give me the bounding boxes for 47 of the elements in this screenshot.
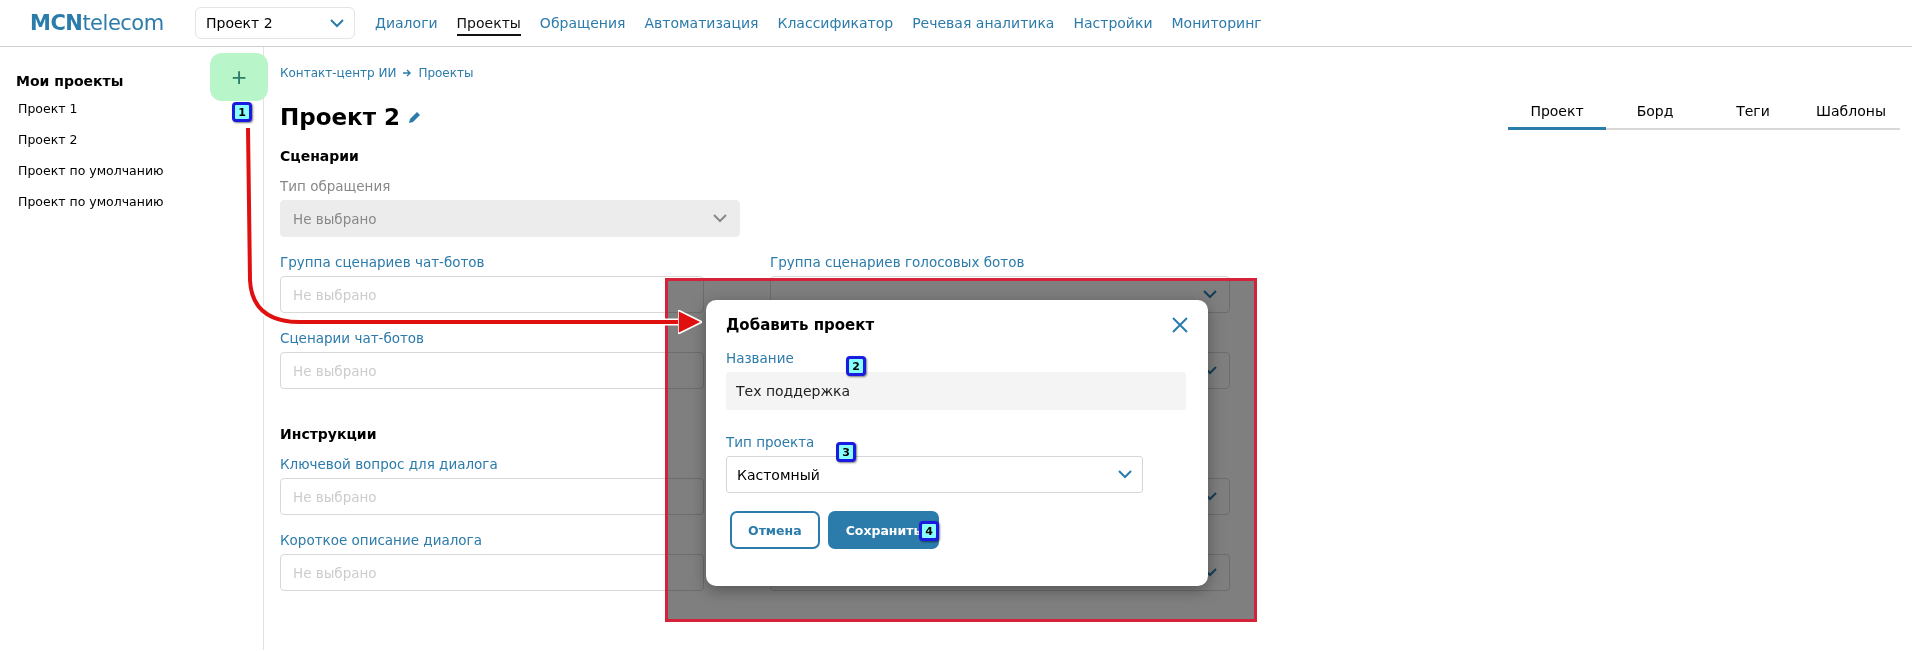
step-badge: 4 <box>919 521 939 541</box>
sidebar-item[interactable]: Проект 1 <box>18 101 78 116</box>
dialog-title: Добавить проект <box>726 316 875 334</box>
tab[interactable]: Проект <box>1508 103 1606 130</box>
nav-link[interactable]: Диалоги <box>375 15 438 36</box>
field-label: Короткое описание диалога <box>280 532 482 548</box>
nav-link[interactable]: Речевая аналитика <box>912 15 1055 36</box>
close-icon[interactable] <box>1172 317 1188 333</box>
nav-link[interactable]: Классификатор <box>777 15 894 36</box>
field-label: Ключевой вопрос для диалога <box>280 456 498 472</box>
nav-link[interactable]: Автоматизация <box>644 15 759 36</box>
tab[interactable]: Шаблоны <box>1802 103 1900 130</box>
sidebar-item[interactable]: Проект по умолчанию <box>18 194 164 209</box>
nav-link[interactable]: Мониторинг <box>1171 15 1262 36</box>
pencil-icon[interactable] <box>408 110 423 124</box>
project-type-select[interactable]: Кастомный <box>726 456 1143 493</box>
page-title: Проект 2 <box>280 104 401 130</box>
add-project-button[interactable]: + <box>210 53 268 101</box>
breadcrumb-link[interactable]: Контакт-центр ИИ <box>280 66 397 80</box>
step-badge: 2 <box>846 356 866 376</box>
chevron-down-icon <box>713 214 727 223</box>
chevron-down-icon <box>330 18 344 28</box>
nav-link[interactable]: Проекты <box>456 15 521 36</box>
sidebar-item[interactable]: Проект по умолчанию <box>18 163 164 178</box>
step-badge: 1 <box>232 102 252 122</box>
sidebar-title: Мои проекты <box>16 73 124 89</box>
step-badge: 3 <box>836 442 856 462</box>
field-label: Тип обращения <box>280 178 391 194</box>
cancel-button[interactable]: Отмена <box>730 511 820 549</box>
chevron-down-icon <box>1118 470 1132 479</box>
nav-link[interactable]: Настройки <box>1073 15 1153 36</box>
field-label: Сценарии чат-ботов <box>280 330 425 346</box>
nav-link[interactable]: Обращения <box>539 15 626 36</box>
logo: MCNtelecom <box>30 11 165 35</box>
field-label: Группа сценариев голосовых ботов <box>770 254 1025 270</box>
tab[interactable]: Теги <box>1704 103 1802 130</box>
breadcrumb-link[interactable]: Проекты <box>418 66 474 80</box>
arrow-right-icon <box>402 68 413 78</box>
sidebar-item[interactable]: Проект 2 <box>18 132 78 147</box>
project-select[interactable]: Проект 2 <box>195 7 355 39</box>
field-label: Тип проекта <box>726 434 816 450</box>
field-label: Группа сценариев чат-ботов <box>280 254 485 270</box>
tab[interactable]: Борд <box>1606 103 1704 130</box>
name-input[interactable]: Тех поддержка <box>726 372 1186 410</box>
project-select-value: Проект 2 <box>206 15 273 31</box>
section-heading: Сценарии <box>280 148 360 164</box>
chevron-down-icon <box>1203 290 1217 299</box>
